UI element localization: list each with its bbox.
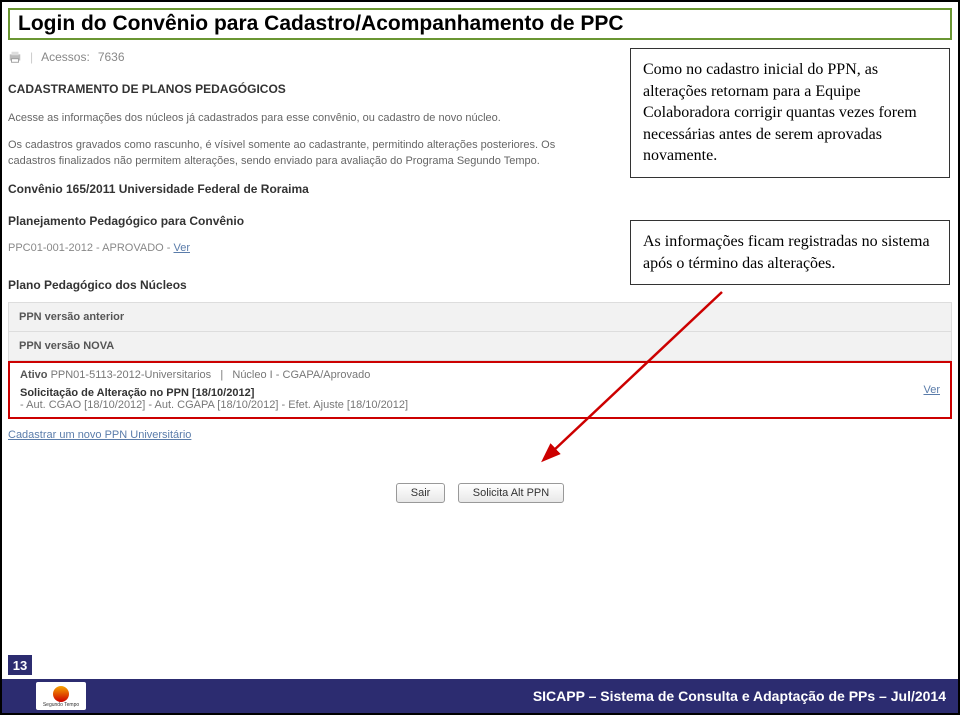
footer-bar: Segundo Tempo SICAPP – Sistema de Consul…	[2, 679, 958, 713]
version-nova-row: PPN versão NOVA	[9, 332, 951, 360]
logo-circle-icon	[53, 686, 69, 702]
divider: |	[30, 50, 33, 64]
ativo-line: Ativo PPN01-5113-2012-Universitarios | N…	[20, 369, 940, 381]
page-title-box: Login do Convênio para Cadastro/Acompanh…	[8, 8, 952, 40]
footer-text: SICAPP – Sistema de Consulta e Adaptação…	[533, 688, 946, 704]
ver-link-ppn[interactable]: Ver	[923, 384, 940, 396]
callout-box-1: Como no cadastro inicial do PPN, as alte…	[630, 48, 950, 178]
logo-text: Segundo Tempo	[43, 702, 79, 708]
highlight-box: Ativo PPN01-5113-2012-Universitarios | N…	[8, 361, 952, 419]
ver-link-ppc[interactable]: Ver	[173, 242, 190, 254]
aut-line: - Aut. CGAO [18/10/2012] - Aut. CGAPA [1…	[20, 399, 940, 411]
version-anterior-row: PPN versão anterior	[9, 303, 951, 332]
ativo-code: PPN01-5113-2012-Universitarios	[51, 369, 212, 381]
cadastrar-link[interactable]: Cadastrar um novo PPN Universitário	[8, 429, 191, 441]
access-count: 7636	[98, 50, 125, 64]
sair-button[interactable]: Sair	[396, 483, 446, 503]
solicita-alt-button[interactable]: Solicita Alt PPN	[458, 483, 564, 503]
body-text-2: Os cadastros gravados como rascunho, é v…	[8, 137, 578, 170]
access-label: Acessos:	[41, 50, 90, 64]
page-title: Login do Convênio para Cadastro/Acompanh…	[18, 12, 624, 35]
solic-line: Solicitação de Alteração no PPN [18/10/2…	[20, 387, 940, 399]
body-text-1: Acesse as informações dos núcleos já cad…	[8, 110, 578, 127]
callout-box-2: As informações ficam registradas no sist…	[630, 220, 950, 285]
ativo-label: Ativo	[20, 369, 48, 381]
version-boxes: PPN versão anterior PPN versão NOVA	[8, 302, 952, 361]
ativo-nucleo: Núcleo I - CGAPA/Aprovado	[232, 369, 370, 381]
ppc-status-text: PPC01-001-2012 - APROVADO -	[8, 242, 170, 254]
footer-logo: Segundo Tempo	[36, 682, 86, 710]
printer-icon[interactable]	[8, 50, 22, 64]
button-row: Sair Solicita Alt PPN	[8, 483, 952, 503]
ativo-sep: |	[220, 369, 223, 381]
convenio-line: Convênio 165/2011 Universidade Federal d…	[8, 182, 952, 196]
page-number: 13	[8, 655, 32, 675]
